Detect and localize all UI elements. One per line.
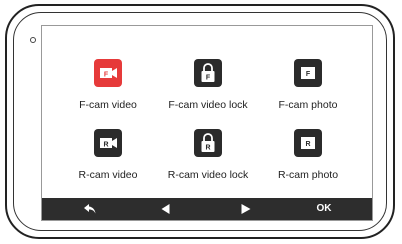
menu-item-r-cam-video-lock[interactable]: R R-cam video lock	[153, 129, 263, 199]
menu-item-r-cam-photo[interactable]: R R-cam photo	[253, 129, 363, 199]
camera-badge: F	[206, 75, 211, 82]
camera-badge: R	[103, 142, 108, 149]
ok-button[interactable]: OK	[304, 198, 344, 220]
menu-item-label: F-cam photo	[278, 99, 338, 111]
menu-item-label: R-cam video	[78, 169, 138, 181]
indicator-light	[30, 37, 36, 43]
screen: F F-cam video F F-cam video lock F F-cam…	[41, 25, 373, 221]
menu-item-f-cam-video-lock[interactable]: F F-cam video lock	[153, 59, 263, 129]
back-button[interactable]	[70, 198, 110, 220]
menu-item-label: R-cam video lock	[167, 169, 249, 181]
menu-item-f-cam-video[interactable]: F F-cam video	[53, 59, 163, 129]
photo-icon: R	[294, 129, 322, 157]
triangle-left-icon	[161, 204, 170, 214]
playback-menu-grid: F F-cam video F F-cam video lock F F-cam…	[42, 26, 372, 200]
camera-badge: F	[104, 72, 109, 79]
next-button[interactable]	[226, 198, 266, 220]
lock-icon: F	[194, 59, 222, 87]
menu-item-f-cam-photo[interactable]: F F-cam photo	[253, 59, 363, 129]
menu-item-label: R-cam photo	[277, 169, 339, 181]
previous-button[interactable]	[146, 198, 186, 220]
camera-badge: R	[205, 145, 210, 152]
navigation-bar: OK	[42, 198, 372, 220]
photo-icon: F	[294, 59, 322, 87]
camera-badge: R	[305, 141, 310, 148]
menu-item-label: F-cam video	[79, 99, 137, 111]
back-arrow-icon	[84, 204, 96, 214]
triangle-right-icon	[241, 204, 251, 214]
camera-badge: F	[306, 71, 311, 78]
camera-video-icon: R	[94, 129, 122, 157]
camera-video-icon: F	[94, 59, 122, 87]
menu-item-label: F-cam video lock	[168, 99, 248, 111]
lock-icon: R	[194, 129, 222, 157]
menu-item-r-cam-video[interactable]: R R-cam video	[53, 129, 163, 199]
dashcam-device-frame: F F-cam video F F-cam video lock F F-cam…	[5, 4, 395, 239]
